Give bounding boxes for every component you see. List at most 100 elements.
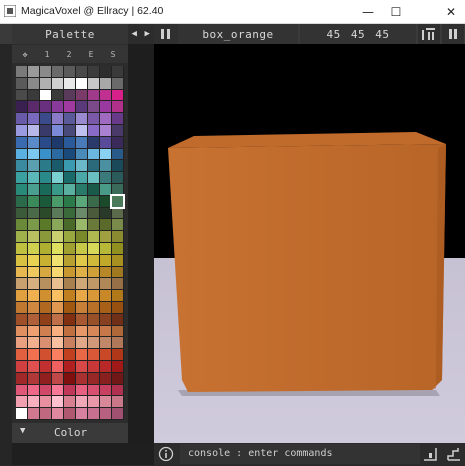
palette-swatch[interactable] — [100, 254, 111, 266]
palette-swatch[interactable] — [100, 231, 111, 242]
palette-swatch[interactable] — [40, 372, 51, 384]
palette-swatch[interactable] — [88, 313, 99, 325]
palette-tab-1[interactable]: 1 — [36, 45, 58, 63]
palette-swatch[interactable] — [52, 278, 63, 290]
palette-swatch[interactable] — [76, 396, 87, 408]
3d-viewport[interactable] — [154, 44, 465, 443]
palette-swatch[interactable] — [112, 266, 123, 278]
palette-tab-2[interactable]: 2 — [58, 45, 80, 63]
palette-swatch[interactable] — [100, 302, 111, 313]
palette-swatch[interactable] — [64, 372, 75, 384]
close-button[interactable]: ✕ — [437, 0, 465, 23]
palette-swatch[interactable] — [100, 148, 111, 160]
palette-swatch[interactable] — [64, 278, 75, 290]
model-name-field[interactable]: box_orange — [178, 24, 298, 44]
palette-swatch[interactable] — [28, 384, 39, 396]
palette-swatch[interactable] — [52, 113, 63, 124]
palette-swatch[interactable] — [88, 113, 99, 124]
palette-swatch[interactable] — [100, 66, 111, 77]
palette-swatch[interactable] — [64, 313, 75, 325]
palette-swatch[interactable] — [52, 77, 63, 89]
palette-swatch[interactable] — [76, 136, 87, 148]
palette-swatch[interactable] — [88, 337, 99, 349]
palette-swatch[interactable] — [52, 384, 63, 396]
palette-swatch[interactable] — [40, 231, 51, 242]
palette-swatch[interactable] — [112, 349, 123, 360]
palette-swatch[interactable] — [52, 302, 63, 313]
palette-swatch[interactable] — [16, 172, 27, 183]
palette-swatch[interactable] — [52, 148, 63, 160]
palette-swatch[interactable] — [76, 325, 87, 337]
view-toggle-button[interactable] — [442, 24, 464, 44]
palette-swatch[interactable] — [16, 195, 27, 207]
palette-swatch[interactable] — [100, 77, 111, 89]
palette-swatch[interactable] — [64, 89, 75, 101]
palette-swatch[interactable] — [100, 184, 111, 195]
palette-swatch[interactable] — [52, 231, 63, 242]
palette-swatch[interactable] — [52, 243, 63, 254]
palette-swatch[interactable] — [28, 77, 39, 89]
palette-swatch[interactable] — [64, 136, 75, 148]
palette-swatch[interactable] — [16, 231, 27, 242]
palette-swatch[interactable] — [64, 254, 75, 266]
palette-swatch[interactable] — [88, 125, 99, 136]
palette-swatch[interactable] — [52, 207, 63, 219]
palette-swatch[interactable] — [52, 372, 63, 384]
palette-swatch[interactable] — [112, 384, 123, 396]
palette-swatch[interactable] — [52, 101, 63, 113]
palette-swatch[interactable] — [64, 384, 75, 396]
palette-swatch[interactable] — [76, 219, 87, 231]
palette-swatch[interactable] — [88, 290, 99, 301]
palette-swatch[interactable] — [112, 361, 123, 372]
palette-swatch[interactable] — [28, 207, 39, 219]
palette-swatch[interactable] — [52, 160, 63, 172]
palette-swatch[interactable] — [52, 66, 63, 77]
console-input[interactable]: console : enter commands — [180, 444, 420, 464]
palette-swatch[interactable] — [28, 243, 39, 254]
palette-swatch[interactable] — [100, 243, 111, 254]
palette-swatch[interactable] — [52, 361, 63, 372]
maximize-button[interactable]: ☐ — [382, 0, 410, 23]
palette-swatch[interactable] — [52, 396, 63, 408]
palette-swatch[interactable] — [112, 184, 123, 195]
palette-swatch[interactable] — [52, 184, 63, 195]
palette-swatch[interactable] — [76, 125, 87, 136]
palette-swatch[interactable] — [76, 148, 87, 160]
palette-swatch[interactable] — [112, 325, 123, 337]
palette-swatch[interactable] — [88, 396, 99, 408]
palette-swatch[interactable] — [88, 325, 99, 337]
palette-swatch[interactable] — [40, 337, 51, 349]
palette-swatch[interactable] — [88, 384, 99, 396]
palette-swatch[interactable] — [100, 313, 111, 325]
palette-swatch[interactable] — [100, 290, 111, 301]
model-size-field[interactable]: 45 45 45 — [300, 24, 416, 44]
palette-swatch[interactable] — [112, 372, 123, 384]
palette-swatch[interactable] — [76, 278, 87, 290]
palette-swatch[interactable] — [28, 278, 39, 290]
palette-swatch[interactable] — [112, 337, 123, 349]
palette-swatch[interactable] — [52, 408, 63, 419]
palette-swatch[interactable] — [64, 101, 75, 113]
palette-swatch[interactable] — [52, 290, 63, 301]
palette-swatch[interactable] — [28, 219, 39, 231]
palette-swatch[interactable] — [64, 231, 75, 242]
palette-swatch[interactable] — [76, 384, 87, 396]
palette-swatch[interactable] — [64, 243, 75, 254]
palette-swatch[interactable] — [112, 207, 123, 219]
palette-swatch[interactable] — [40, 361, 51, 372]
palette-swatch[interactable] — [76, 349, 87, 360]
palette-swatch[interactable] — [76, 290, 87, 301]
palette-swatch[interactable] — [112, 113, 123, 124]
palette-swatch[interactable] — [28, 372, 39, 384]
palette-swatch[interactable] — [112, 172, 123, 183]
palette-swatch[interactable] — [88, 372, 99, 384]
palette-swatch[interactable] — [100, 136, 111, 148]
palette-swatch[interactable] — [28, 125, 39, 136]
palette-swatch[interactable] — [40, 184, 51, 195]
palette-swatch[interactable] — [52, 313, 63, 325]
palette-swatch[interactable] — [100, 195, 111, 207]
palette-swatch[interactable] — [100, 372, 111, 384]
palette-swatch[interactable] — [76, 77, 87, 89]
palette-swatch[interactable] — [88, 172, 99, 183]
palette-swatch[interactable] — [88, 349, 99, 360]
